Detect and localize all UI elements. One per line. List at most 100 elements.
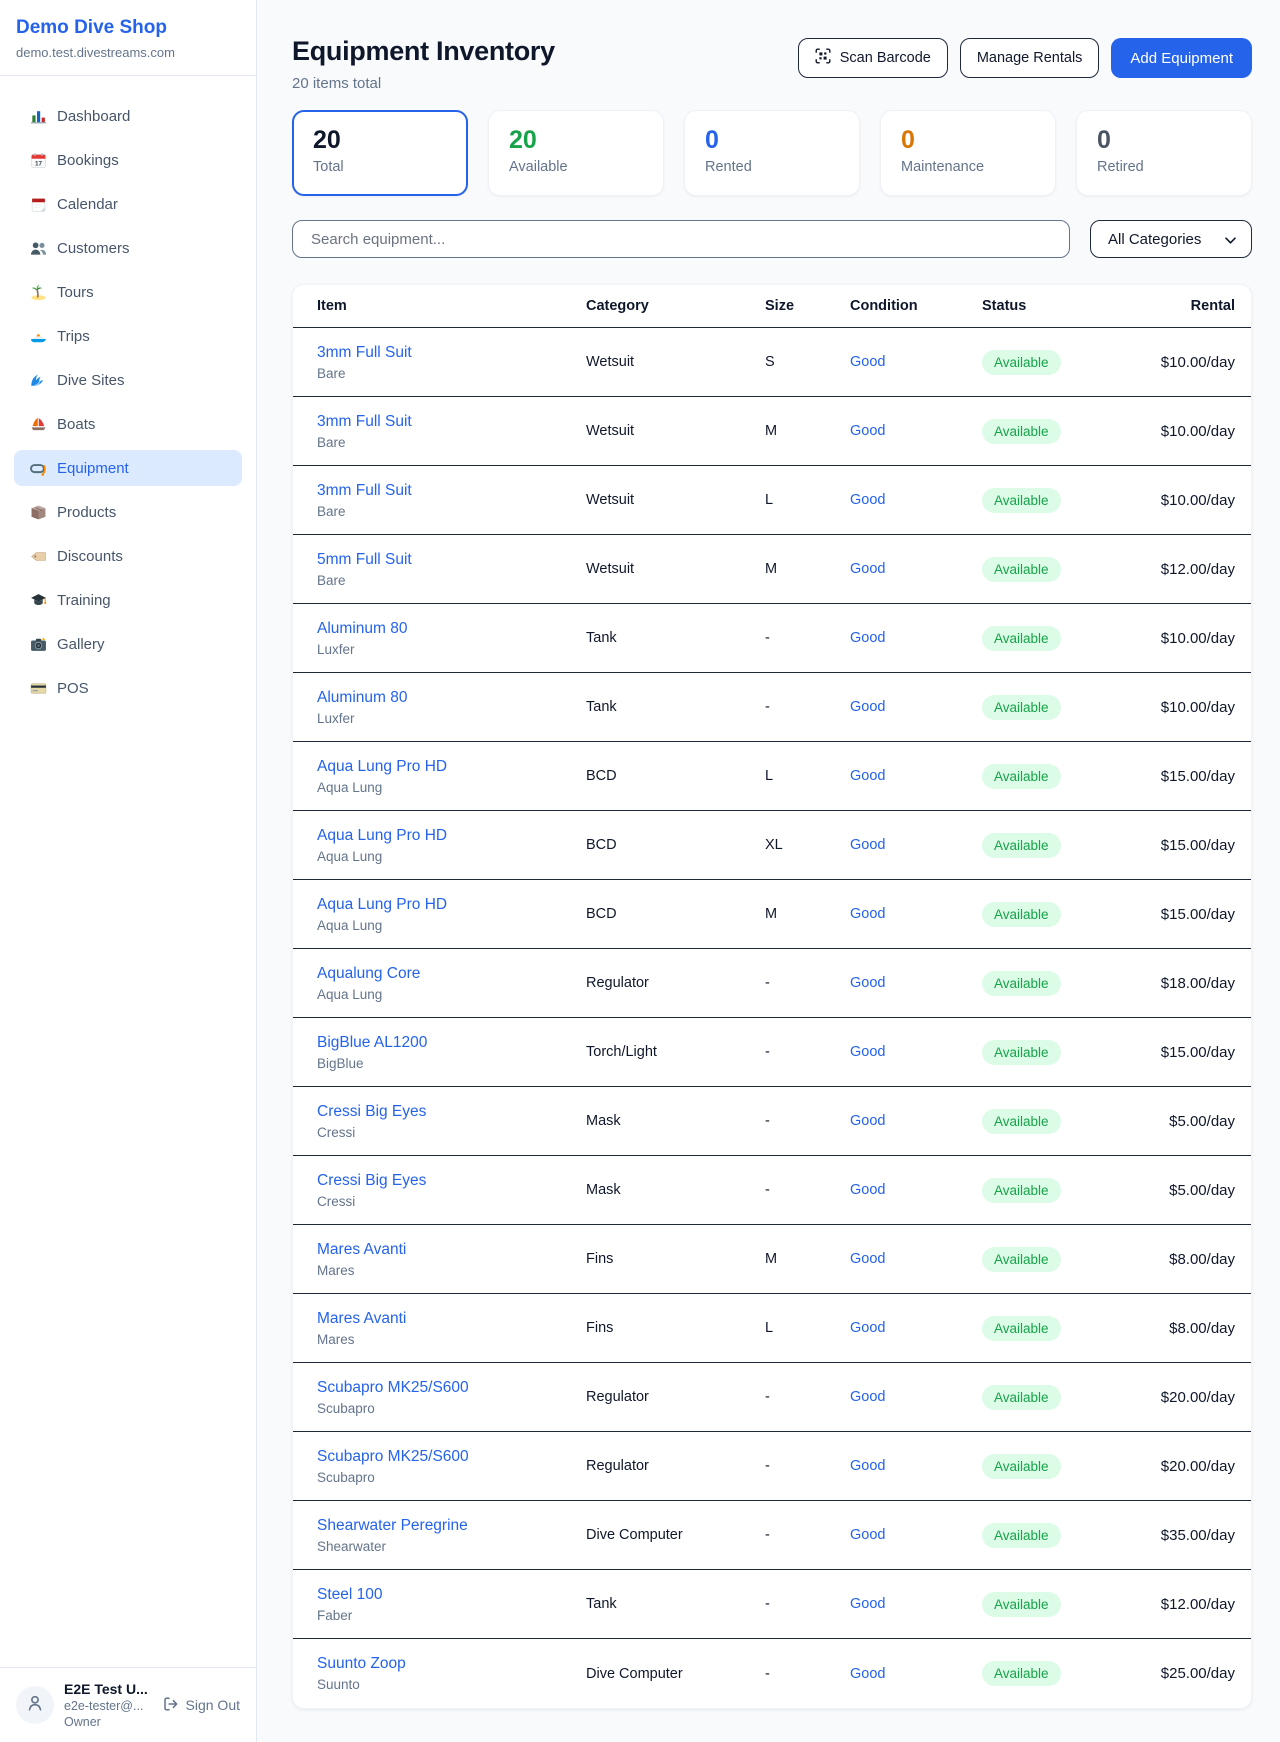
sidebar-item-dive-sites[interactable]: Dive Sites <box>14 362 242 398</box>
item-link[interactable]: Suunto Zoop <box>317 1655 406 1672</box>
item-link[interactable]: Cressi Big Eyes <box>317 1172 426 1189</box>
cell-condition[interactable]: Good <box>850 837 982 853</box>
cell-condition[interactable]: Good <box>850 1458 982 1474</box>
cell-size: L <box>765 768 850 784</box>
add-equipment-button[interactable]: Add Equipment <box>1111 38 1252 78</box>
status-badge: Available <box>982 488 1061 513</box>
sidebar-item-calendar[interactable]: Calendar <box>14 186 242 222</box>
item-link[interactable]: Aqua Lung Pro HD <box>317 827 447 844</box>
cell-condition[interactable]: Good <box>850 423 982 439</box>
cell-condition[interactable]: Good <box>850 630 982 646</box>
stat-card-available[interactable]: 20Available <box>488 110 664 196</box>
sidebar-item-boats[interactable]: Boats <box>14 406 242 442</box>
cell-condition[interactable]: Good <box>850 1182 982 1198</box>
person-icon <box>25 1693 45 1718</box>
cell-rental: $5.00/day <box>1123 1182 1235 1199</box>
item-link[interactable]: Aqualung Core <box>317 965 420 982</box>
sidebar-item-dashboard[interactable]: Dashboard <box>14 98 242 134</box>
item-link[interactable]: Aqua Lung Pro HD <box>317 758 447 775</box>
item-brand: Mares <box>317 1332 586 1347</box>
search-input[interactable] <box>292 220 1070 258</box>
cell-category: BCD <box>586 906 765 922</box>
sidebar-item-training[interactable]: Training <box>14 582 242 618</box>
cell-condition[interactable]: Good <box>850 561 982 577</box>
cell-rental: $10.00/day <box>1123 423 1235 440</box>
cell-rental: $10.00/day <box>1123 630 1235 647</box>
item-brand: Cressi <box>317 1125 586 1140</box>
sidebar-item-products[interactable]: Products <box>14 494 242 530</box>
cell-rental: $8.00/day <box>1123 1251 1235 1268</box>
sidebar-item-trips[interactable]: Trips <box>14 318 242 354</box>
status-badge: Available <box>982 557 1061 582</box>
item-link[interactable]: Steel 100 <box>317 1586 383 1603</box>
item-link[interactable]: 3mm Full Suit <box>317 344 412 361</box>
table-body: 3mm Full SuitBareWetsuitSGoodAvailable$1… <box>293 328 1251 1708</box>
item-link[interactable]: Scubapro MK25/S600 <box>317 1379 469 1396</box>
item-brand: Mares <box>317 1263 586 1278</box>
cell-item: Aqualung Core Aqua Lung <box>317 965 586 1002</box>
sidebar-item-gallery[interactable]: Gallery <box>14 626 242 662</box>
item-link[interactable]: Mares Avanti <box>317 1241 406 1258</box>
cell-condition[interactable]: Good <box>850 975 982 991</box>
status-badge: Available <box>982 833 1061 858</box>
item-link[interactable]: Scubapro MK25/S600 <box>317 1448 469 1465</box>
status-badge: Available <box>982 764 1061 789</box>
sidebar-item-label: Bookings <box>57 152 119 169</box>
cell-condition[interactable]: Good <box>850 699 982 715</box>
cell-category: Dive Computer <box>586 1527 765 1543</box>
sidebar-item-equipment[interactable]: Equipment <box>14 450 242 486</box>
scan-barcode-button[interactable]: Scan Barcode <box>798 38 948 78</box>
avatar <box>16 1686 54 1724</box>
table-row: 3mm Full SuitBareWetsuitSGoodAvailable$1… <box>293 328 1251 397</box>
sign-out-button[interactable]: Sign Out <box>163 1696 240 1715</box>
table-row: Aluminum 80LuxferTank-GoodAvailable$10.0… <box>293 604 1251 673</box>
item-brand: BigBlue <box>317 1056 586 1071</box>
cell-condition[interactable]: Good <box>850 492 982 508</box>
sidebar-item-discounts[interactable]: Discounts <box>14 538 242 574</box>
item-link[interactable]: 3mm Full Suit <box>317 482 412 499</box>
page-header-text: Equipment Inventory 20 items total <box>292 36 555 92</box>
sidebar-item-bookings[interactable]: 17 Bookings <box>14 142 242 178</box>
cell-category: Wetsuit <box>586 423 765 439</box>
sidebar: Demo Dive Shop demo.test.divestreams.com… <box>0 0 257 1742</box>
cell-condition[interactable]: Good <box>850 1596 982 1612</box>
item-link[interactable]: 5mm Full Suit <box>317 551 412 568</box>
item-link[interactable]: Cressi Big Eyes <box>317 1103 426 1120</box>
cell-size: M <box>765 906 850 922</box>
cell-condition[interactable]: Good <box>850 906 982 922</box>
sidebar-item-pos[interactable]: POS <box>14 670 242 706</box>
brand-name[interactable]: Demo Dive Shop <box>16 17 240 39</box>
cell-condition[interactable]: Good <box>850 1666 982 1682</box>
cell-status: Available <box>982 902 1123 927</box>
cell-condition[interactable]: Good <box>850 768 982 784</box>
stat-card-total[interactable]: 20Total <box>292 110 468 196</box>
status-badge: Available <box>982 1316 1061 1341</box>
stat-card-maintenance[interactable]: 0Maintenance <box>880 110 1056 196</box>
cell-condition[interactable]: Good <box>850 1251 982 1267</box>
item-link[interactable]: 3mm Full Suit <box>317 413 412 430</box>
stat-card-rented[interactable]: 0Rented <box>684 110 860 196</box>
cell-size: M <box>765 1251 850 1267</box>
item-link[interactable]: Aluminum 80 <box>317 689 407 706</box>
item-link[interactable]: Aluminum 80 <box>317 620 407 637</box>
barcode-scan-icon <box>815 48 831 68</box>
cell-condition[interactable]: Good <box>850 1113 982 1129</box>
stat-card-retired[interactable]: 0Retired <box>1076 110 1252 196</box>
item-link[interactable]: Aqua Lung Pro HD <box>317 896 447 913</box>
category-select[interactable]: All Categories <box>1090 220 1252 258</box>
item-link[interactable]: Shearwater Peregrine <box>317 1517 468 1534</box>
item-brand: Aqua Lung <box>317 987 586 1002</box>
table-row: 3mm Full SuitBareWetsuitLGoodAvailable$1… <box>293 466 1251 535</box>
item-link[interactable]: Mares Avanti <box>317 1310 406 1327</box>
status-badge: Available <box>982 1385 1061 1410</box>
calendar-date-icon: 17 <box>28 150 48 170</box>
item-link[interactable]: BigBlue AL1200 <box>317 1034 427 1051</box>
cell-condition[interactable]: Good <box>850 1527 982 1543</box>
sidebar-item-tours[interactable]: Tours <box>14 274 242 310</box>
manage-rentals-button[interactable]: Manage Rentals <box>960 38 1100 78</box>
cell-condition[interactable]: Good <box>850 354 982 370</box>
cell-condition[interactable]: Good <box>850 1389 982 1405</box>
sidebar-item-customers[interactable]: Customers <box>14 230 242 266</box>
cell-condition[interactable]: Good <box>850 1320 982 1336</box>
cell-condition[interactable]: Good <box>850 1044 982 1060</box>
